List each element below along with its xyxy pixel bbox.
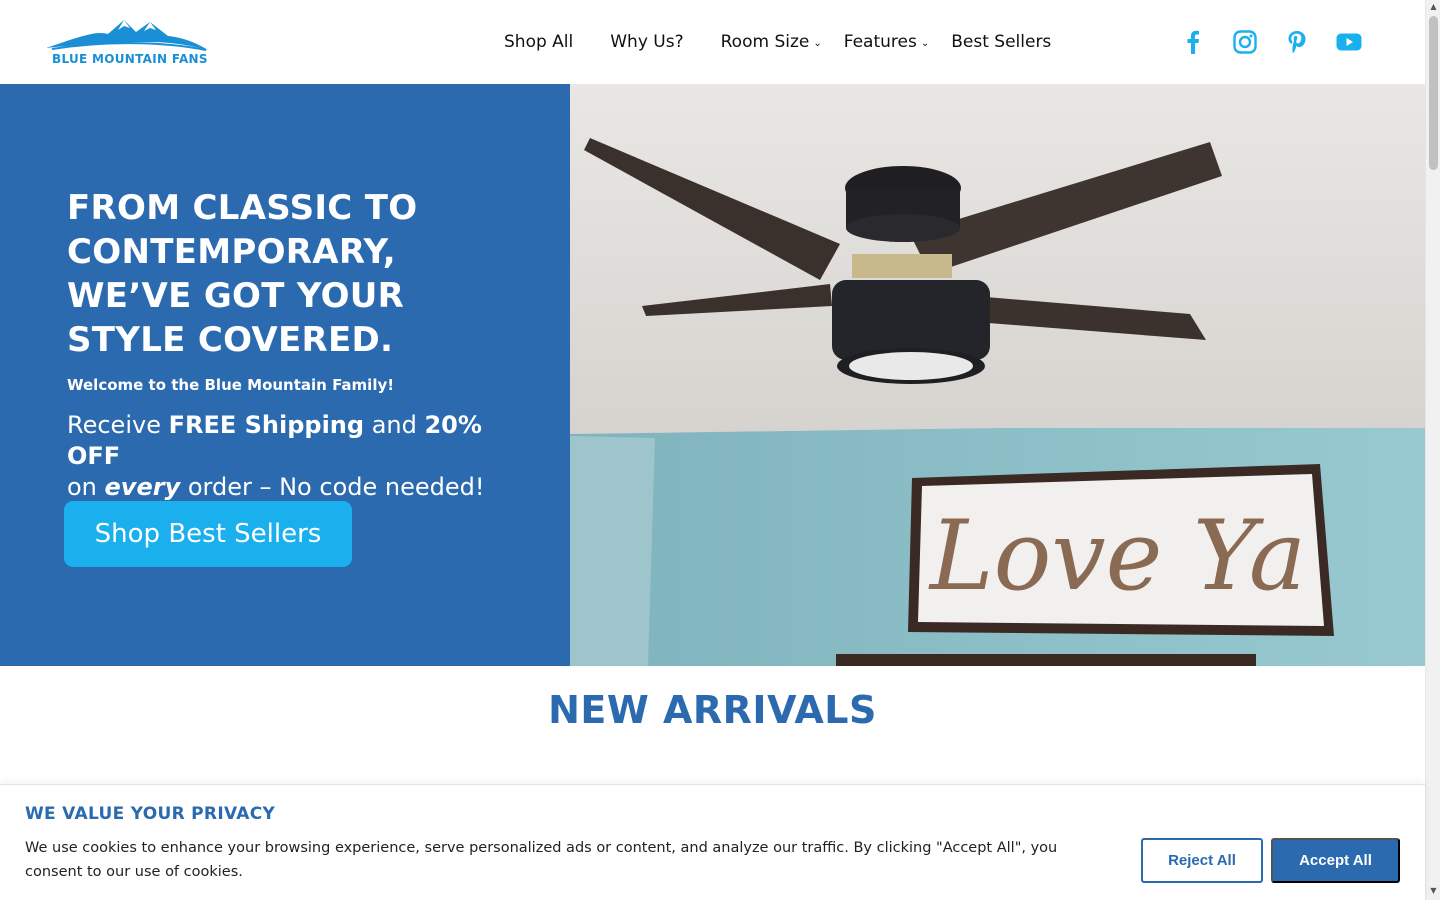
pinterest-icon[interactable]	[1283, 28, 1311, 56]
scroll-thumb[interactable]	[1429, 16, 1438, 170]
offer-free-shipping: FREE Shipping	[168, 411, 365, 439]
nav-features[interactable]: Features ⌄	[844, 32, 930, 52]
cookie-banner: WE VALUE YOUR PRIVACY We use cookies to …	[0, 784, 1425, 900]
hero-panel	[0, 84, 570, 666]
offer-on: on	[67, 473, 105, 501]
cookie-text: We use cookies to enhance your browsing …	[25, 840, 1058, 880]
nav-room-size[interactable]: Room Size ⌄	[721, 32, 822, 52]
nav-room-size-label: Room Size	[720, 32, 810, 52]
new-arrivals-title: NEW ARRIVALS	[548, 688, 877, 732]
hero-image: Love Ya	[570, 84, 1425, 666]
mountain-logo-icon	[46, 20, 208, 51]
hero-offer-text: Receive FREE Shipping and 20% OFF on ever…	[67, 410, 537, 503]
hero-welcome-text: Welcome to the Blue Mountain Family!	[67, 376, 395, 394]
main-nav: Shop All Why Us? Room Size ⌄ Features ⌄ Be…	[504, 30, 1051, 54]
offer-every: every	[104, 473, 181, 501]
logo[interactable]: BLUE MOUNTAIN FANS	[46, 16, 208, 68]
youtube-icon[interactable]	[1335, 28, 1363, 56]
nav-why-us[interactable]: Why Us?	[610, 32, 683, 52]
ceiling-fan-photo: Love Ya	[570, 84, 1425, 666]
nav-features-label: Features	[843, 32, 917, 52]
scroll-down-icon[interactable]: ▼	[1426, 886, 1440, 898]
site-header: BLUE MOUNTAIN FANS Shop All Why Us? Room…	[0, 0, 1425, 84]
love-ya-sign-text: Love Ya	[928, 500, 1306, 612]
facebook-icon[interactable]	[1179, 28, 1207, 56]
chevron-down-icon: ⌄	[813, 37, 822, 49]
offer-receive: Receive	[67, 411, 169, 439]
accept-all-button[interactable]: Accept All	[1271, 838, 1400, 883]
offer-and: and	[364, 411, 425, 439]
nav-best-sellers[interactable]: Best Sellers	[951, 32, 1051, 52]
offer-rest: order – No code needed!	[180, 473, 485, 501]
shop-best-sellers-button[interactable]: Shop Best Sellers	[64, 501, 352, 567]
nav-best-sellers-label: Best Sellers	[951, 32, 1052, 52]
page-scrollbar[interactable]: ▲ ▼	[1425, 0, 1440, 900]
scroll-up-icon[interactable]: ▲	[1426, 2, 1440, 14]
nav-shop-all[interactable]: Shop All	[504, 32, 573, 52]
instagram-icon[interactable]	[1231, 28, 1259, 56]
chevron-down-icon: ⌄	[920, 37, 930, 49]
logo-text: BLUE MOUNTAIN FANS	[52, 52, 208, 66]
reject-all-button[interactable]: Reject All	[1141, 838, 1263, 883]
nav-why-us-label: Why Us?	[610, 32, 684, 52]
cookie-title: WE VALUE YOUR PRIVACY	[25, 804, 276, 824]
nav-shop-all-label: Shop All	[504, 32, 574, 52]
hero-title: FROM CLASSIC TO CONTEMPORARY, WE’VE GOT …	[67, 188, 418, 360]
